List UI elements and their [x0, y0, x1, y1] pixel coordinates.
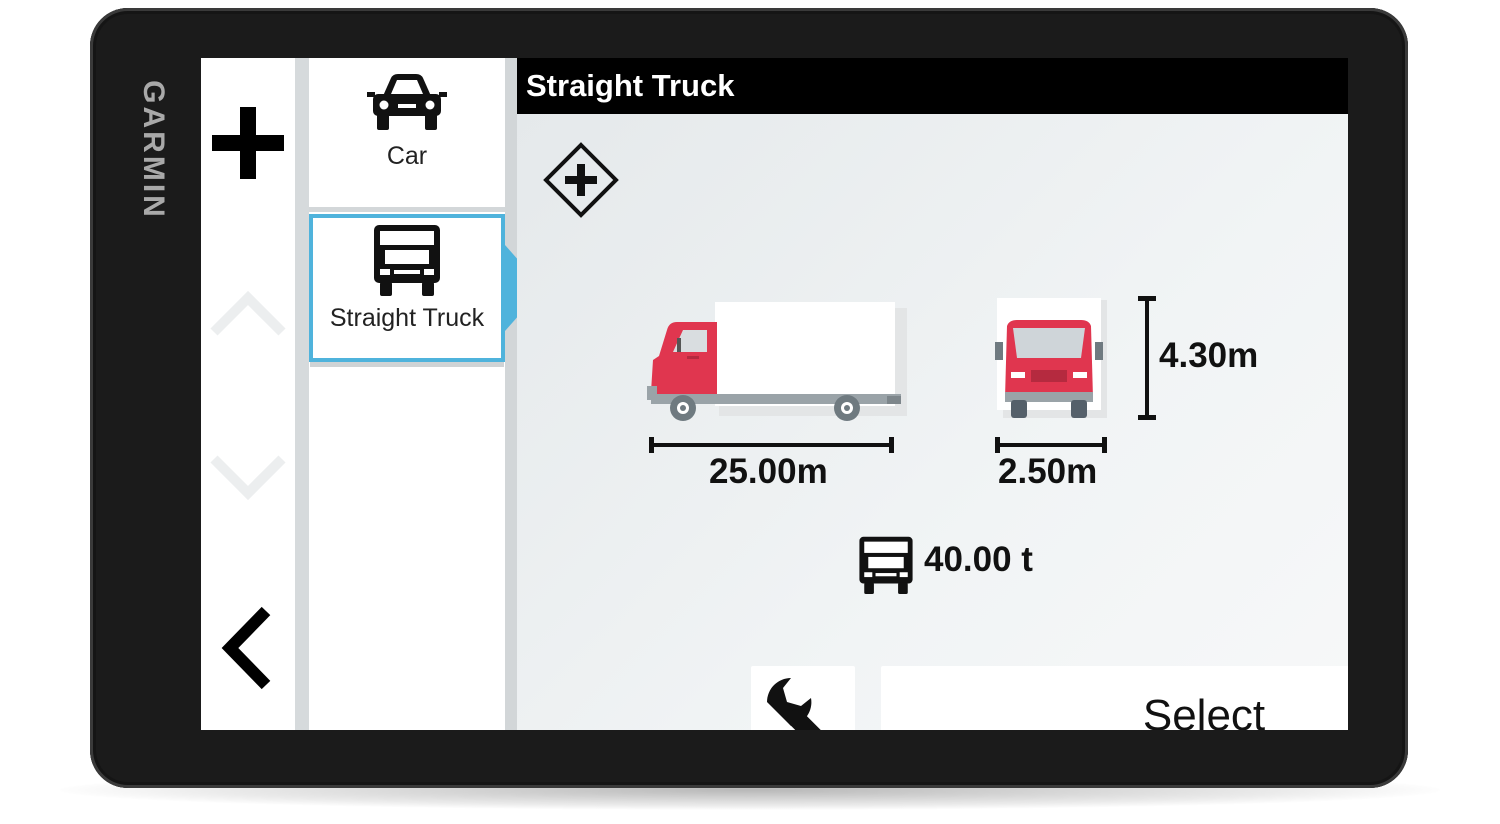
hazmat-add-icon[interactable] — [543, 142, 619, 218]
page-title: Straight Truck — [526, 68, 735, 103]
height-dimension-line — [1138, 296, 1156, 420]
select-button-label: Select — [1142, 691, 1266, 730]
profile-label: Car — [386, 142, 428, 170]
truck-weight-icon — [859, 536, 913, 594]
list-divider — [505, 58, 517, 730]
vehicle-profile-list: Car Straight Truck — [309, 58, 505, 730]
add-profile-button[interactable] — [201, 98, 295, 188]
edit-settings-button[interactable] — [751, 666, 855, 730]
back-arrow-icon — [221, 606, 271, 690]
wrench-icon — [767, 678, 833, 730]
width-value: 2.50m — [998, 452, 1098, 491]
profile-item-car[interactable]: Car — [309, 72, 505, 212]
height-value: 4.30m — [1159, 336, 1259, 375]
car-icon — [367, 74, 447, 130]
detail-header: Straight Truck — [517, 58, 1348, 114]
select-button[interactable]: Select — [881, 666, 1348, 730]
length-value: 25.00m — [709, 452, 828, 491]
back-button[interactable] — [201, 598, 295, 698]
scroll-up-button[interactable] — [201, 278, 295, 348]
chevron-up-icon — [210, 290, 286, 336]
vehicle-detail-panel: 25.00m 2.50m 4.30m - 40.00 t — [517, 114, 1348, 730]
truck-front-view-icon — [995, 298, 1107, 418]
profile-label: Straight Truck — [329, 304, 485, 332]
straight-truck-icon — [374, 225, 440, 296]
screen: Car Straight Truck Straight Truck 25.00m… — [201, 58, 1348, 730]
weight-value: 40.00 t — [924, 540, 1033, 579]
rail-divider — [295, 58, 309, 730]
truck-side-view-icon — [647, 302, 907, 421]
scroll-down-button[interactable] — [201, 443, 295, 513]
brand-logo: GARMIN — [137, 80, 170, 220]
control-rail — [201, 58, 295, 730]
chevron-down-icon — [210, 455, 286, 501]
profile-item-straight-truck[interactable]: Straight Truck — [309, 214, 505, 362]
plus-icon — [212, 107, 284, 179]
